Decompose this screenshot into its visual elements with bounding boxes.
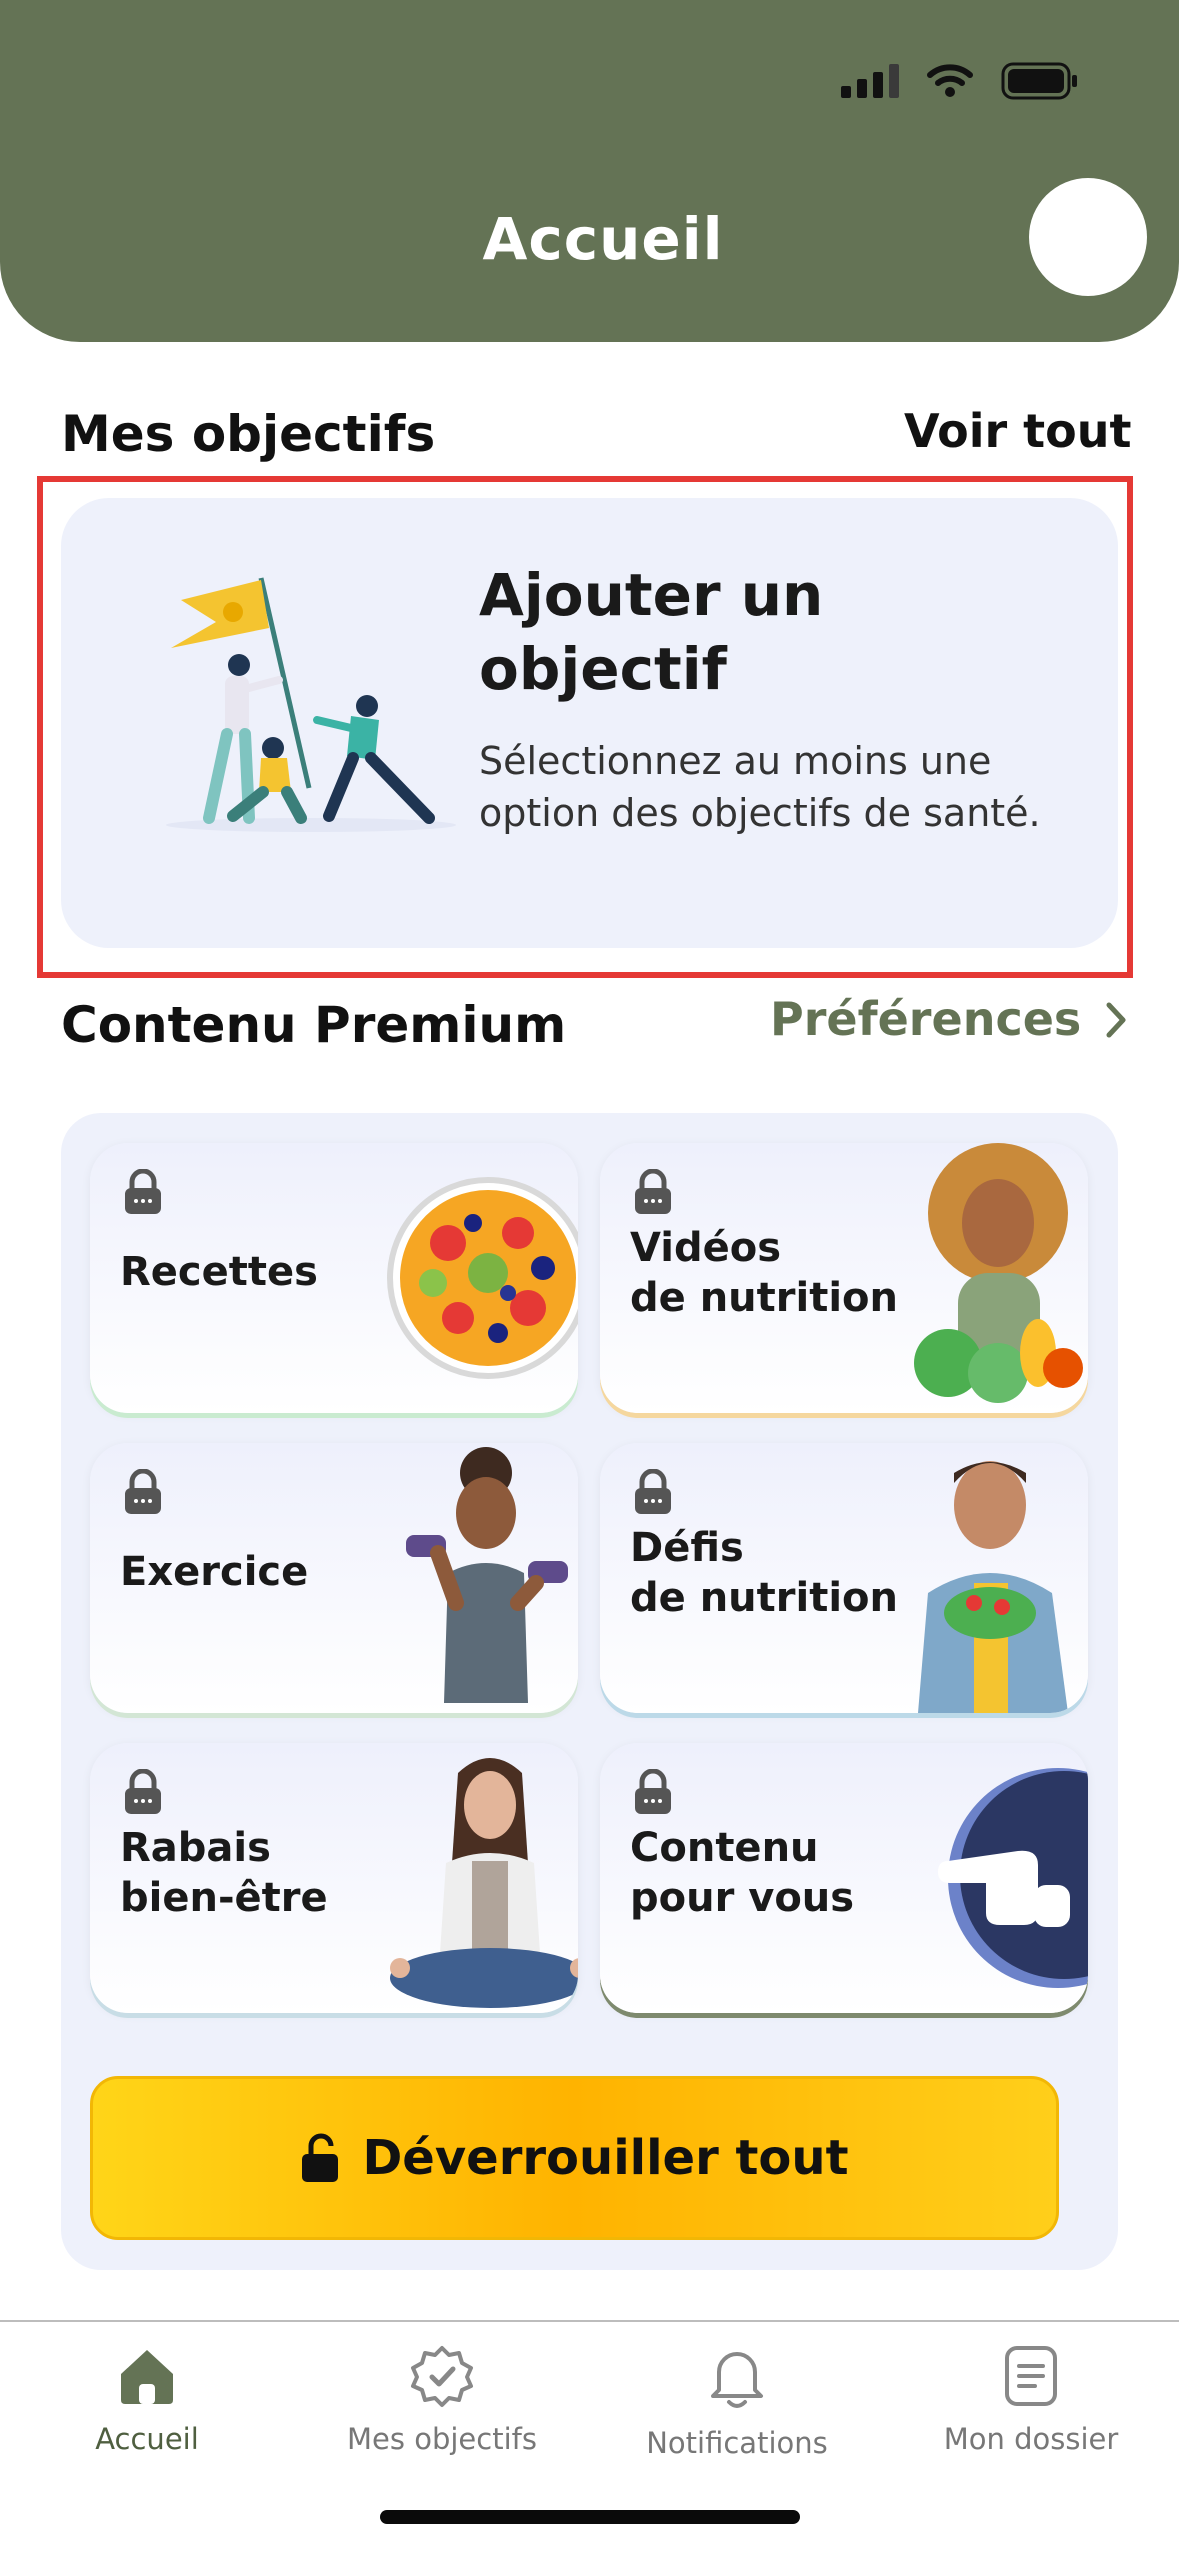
document-icon	[1005, 2346, 1057, 2406]
preferences-link[interactable]: Préférences	[770, 992, 1129, 1046]
tab-notifications-label: Notifications	[646, 2426, 828, 2460]
team-flag-illustration	[166, 577, 456, 832]
pointing-hand-icon	[938, 1768, 1088, 1988]
tile-content-for-you[interactable]: Contenu pour vous	[600, 1743, 1088, 2013]
tile-label-line1: Rabais	[120, 1825, 271, 1871]
man-with-salad-icon	[918, 1461, 1068, 1713]
tab-notifications[interactable]: Notifications	[607, 2344, 867, 2460]
tile-label-line1: Vidéos	[630, 1225, 782, 1271]
tile-label-line2: pour vous	[630, 1875, 855, 1921]
lock-icon	[125, 1169, 161, 1214]
woman-with-vegetables-icon	[914, 1143, 1083, 1403]
lock-icon	[635, 1469, 671, 1514]
tile-label: Exercice	[120, 1549, 309, 1595]
tab-my-goals[interactable]: Mes objectifs	[312, 2344, 572, 2456]
tile-nutrition-videos[interactable]: Vidéos de nutrition	[600, 1143, 1088, 1413]
goals-section-title: Mes objectifs	[61, 405, 436, 463]
battery-icon	[1001, 62, 1077, 100]
wifi-icon	[927, 64, 973, 97]
tile-label: Recettes	[120, 1249, 318, 1295]
bell-icon	[711, 2352, 763, 2408]
tile-nutrition-challenges[interactable]: Défis de nutrition	[600, 1443, 1088, 1713]
home-icon	[121, 2350, 173, 2404]
status-bar	[841, 62, 1079, 100]
tab-home-label: Accueil	[95, 2422, 199, 2456]
lock-icon	[635, 1169, 671, 1214]
tile-wellness-discounts[interactable]: Rabais bien-être	[90, 1743, 578, 2013]
premium-section-title: Contenu Premium	[61, 996, 567, 1054]
tile-exercise[interactable]: Exercice	[90, 1443, 578, 1713]
tile-label-line2: de nutrition	[630, 1575, 898, 1621]
tab-home[interactable]: Accueil	[17, 2344, 277, 2456]
woman-meditating-icon	[390, 1758, 578, 2008]
lock-icon	[125, 1469, 161, 1514]
tab-my-file-label: Mon dossier	[943, 2422, 1119, 2456]
page-title: Accueil	[482, 205, 724, 273]
avatar[interactable]	[1029, 178, 1147, 296]
tile-label-line1: Contenu	[630, 1825, 819, 1871]
tile-recipes[interactable]: Recettes	[90, 1143, 578, 1413]
tile-label-line2: bien-être	[120, 1875, 328, 1921]
cellular-signal-icon	[841, 64, 899, 98]
unlock-all-label: Déverrouiller tout	[362, 2130, 849, 2186]
add-goal-title: Ajouter un objectif	[479, 561, 824, 703]
home-indicator	[380, 2510, 800, 2524]
preferences-label: Préférences	[770, 992, 1082, 1046]
tile-label-line1: Défis	[630, 1525, 744, 1571]
app-header: Accueil	[0, 0, 1179, 342]
woman-with-dumbbells-icon	[406, 1447, 568, 1703]
unlock-all-button[interactable]: Déverrouiller tout	[90, 2076, 1059, 2240]
unlock-icon	[302, 2133, 339, 2182]
tile-label-line2: de nutrition	[630, 1275, 898, 1321]
see-all-link[interactable]: Voir tout	[904, 404, 1131, 458]
add-goal-subtitle: Sélectionnez au moins une option des obj…	[479, 739, 1041, 835]
tab-my-goals-label: Mes objectifs	[347, 2422, 537, 2456]
lock-icon	[125, 1769, 161, 1814]
add-goal-card[interactable]: Ajouter un objectif Sélectionnez au moin…	[61, 498, 1118, 948]
tab-my-file[interactable]: Mon dossier	[901, 2344, 1161, 2456]
fruit-bowl-icon	[387, 1177, 578, 1379]
lock-icon	[635, 1769, 671, 1814]
badge-check-icon	[411, 2346, 473, 2407]
chevron-right-icon	[1106, 1002, 1126, 1038]
